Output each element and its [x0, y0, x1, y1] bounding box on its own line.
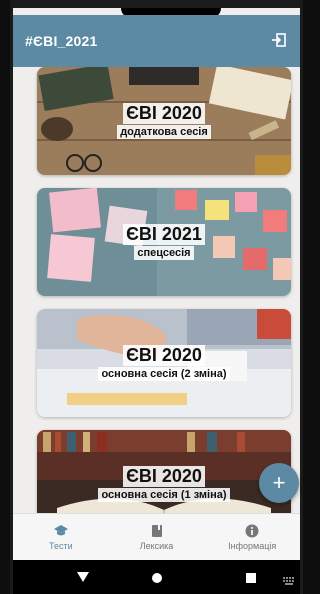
- card-title: ЄВІ 2020: [123, 103, 205, 124]
- nav-item-information[interactable]: Інформація: [204, 514, 300, 560]
- card-title: ЄВІ 2020: [123, 466, 205, 487]
- bottom-navigation: Тести Лексика Інформація: [13, 513, 300, 560]
- back-icon[interactable]: [77, 571, 89, 589]
- card-subtitle: додаткова сесія: [117, 125, 211, 139]
- nav-label: Інформація: [228, 541, 277, 551]
- app-title: #ЄВІ_2021: [25, 33, 98, 49]
- home-icon[interactable]: [151, 571, 163, 589]
- recents-icon[interactable]: [245, 571, 257, 589]
- test-card[interactable]: ЄВІ 2021 спецсесія: [37, 188, 291, 296]
- card-subtitle: основна сесія (2 зміна): [98, 367, 230, 381]
- nav-label: Тести: [49, 541, 73, 551]
- app-bar: #ЄВІ_2021: [13, 15, 300, 67]
- phone-frame: #ЄВІ_2021 ЄВІ 2020 додаткова сесія ЄВІ 2…: [10, 0, 303, 594]
- card-text: ЄВІ 2020 додаткова сесія: [37, 103, 291, 139]
- app-screen: #ЄВІ_2021 ЄВІ 2020 додаткова сесія ЄВІ 2…: [13, 8, 300, 560]
- system-navigation-bar: [13, 560, 300, 594]
- test-list: ЄВІ 2020 додаткова сесія ЄВІ 2021 спецсе…: [13, 67, 300, 513]
- test-card[interactable]: ЄВІ 2020 додаткова сесія: [37, 67, 291, 175]
- book-icon: [151, 525, 162, 537]
- card-subtitle: основна сесія (1 зміна): [98, 488, 230, 502]
- card-title: ЄВІ 2020: [123, 345, 205, 366]
- graduation-cap-icon: [53, 525, 68, 536]
- plus-icon: +: [272, 470, 286, 495]
- logout-icon[interactable]: [268, 29, 290, 51]
- card-subtitle: спецсесія: [134, 246, 194, 260]
- nav-label: Лексика: [139, 541, 174, 551]
- card-text: ЄВІ 2021 спецсесія: [37, 224, 291, 260]
- test-card[interactable]: ЄВІ 2020 основна сесія (2 зміна): [37, 309, 291, 417]
- info-icon: [245, 524, 259, 538]
- test-card[interactable]: ЄВІ 2020 основна сесія (1 зміна): [37, 430, 291, 513]
- nav-item-tests[interactable]: Тести: [13, 514, 109, 560]
- keyboard-icon[interactable]: [283, 572, 295, 590]
- card-text: ЄВІ 2020 основна сесія (1 зміна): [37, 466, 291, 502]
- nav-item-vocabulary[interactable]: Лексика: [109, 514, 205, 560]
- card-text: ЄВІ 2020 основна сесія (2 зміна): [37, 345, 291, 381]
- add-button[interactable]: +: [259, 463, 299, 503]
- card-title: ЄВІ 2021: [123, 224, 205, 245]
